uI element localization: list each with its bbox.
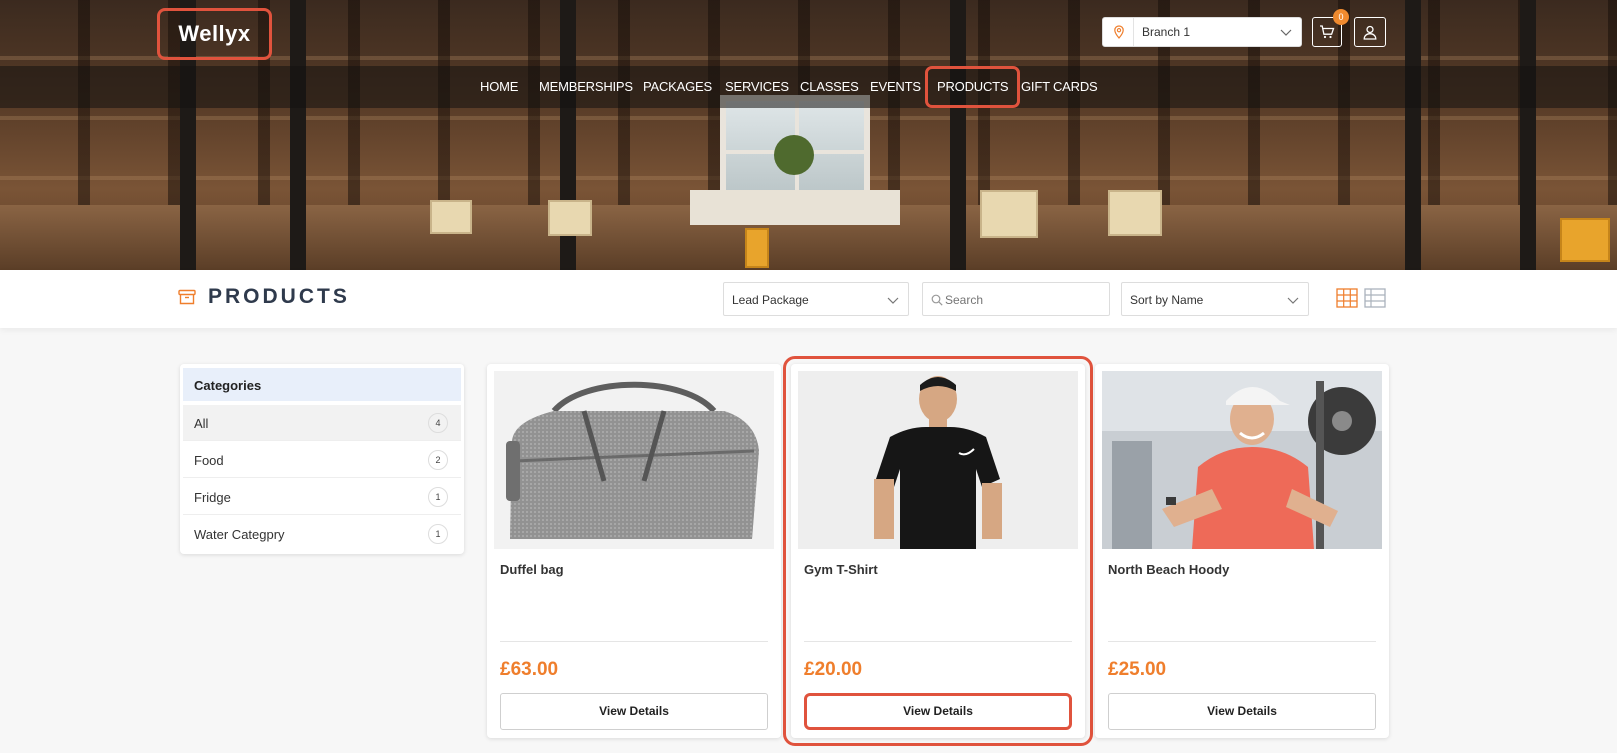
nav-products[interactable]: PRODUCTS — [925, 66, 1021, 108]
category-label: Water Categpry — [194, 527, 285, 542]
nav-memberships[interactable]: MEMBERSHIPS — [539, 66, 633, 108]
nav-home[interactable]: HOME — [480, 66, 518, 108]
branch-value: Branch 1 — [1142, 25, 1191, 39]
category-count: 1 — [428, 524, 448, 544]
view-details-button[interactable]: View Details — [1108, 693, 1376, 730]
brand-logo[interactable]: Wellyx — [157, 8, 272, 60]
category-count: 4 — [428, 413, 448, 433]
hero-pillar — [1520, 0, 1536, 270]
chevron-down-icon — [887, 297, 899, 304]
hero-plant — [774, 135, 814, 175]
main-nav: HOME MEMBERSHIPS PACKAGES SERVICES CLASS… — [0, 66, 1617, 108]
nav-packages[interactable]: PACKAGES — [643, 66, 712, 108]
hero-pillar — [1405, 0, 1421, 270]
category-item-food[interactable]: Food 2 — [183, 442, 461, 478]
hero-product-box — [548, 200, 592, 236]
product-price: £25.00 — [1108, 659, 1167, 680]
categories-header: Categories — [183, 368, 461, 401]
hero-product-box — [1560, 218, 1610, 262]
sort-value: Sort by Name — [1130, 293, 1204, 307]
hero-product-box — [980, 190, 1038, 238]
page-title-text: PRODUCTS — [208, 285, 350, 308]
product-card: North Beach Hoody £25.00 View Details — [1095, 364, 1389, 738]
chevron-down-icon — [1287, 297, 1299, 304]
hero-product-box — [745, 228, 769, 268]
search-input[interactable] — [945, 291, 1105, 309]
view-details-button[interactable]: View Details — [804, 693, 1072, 730]
cart-icon — [1320, 25, 1335, 39]
category-item-fridge[interactable]: Fridge 1 — [183, 479, 461, 515]
nav-gift-cards[interactable]: GIFT CARDS — [1021, 66, 1098, 108]
category-item-water[interactable]: Water Categpry 1 — [183, 516, 461, 552]
product-name[interactable]: North Beach Hoody — [1108, 562, 1229, 577]
cart-count-badge: 0 — [1333, 9, 1349, 25]
user-icon — [1363, 25, 1377, 40]
hero-sink — [690, 190, 900, 225]
location-pin-icon — [1114, 25, 1124, 39]
product-card: Duffel bag £63.00 View Details — [487, 364, 781, 738]
nav-events[interactable]: EVENTS — [870, 66, 921, 108]
product-name[interactable]: Duffel bag — [500, 562, 564, 577]
duffel-bag-image — [494, 371, 774, 549]
category-label: Food — [194, 453, 224, 468]
archive-box-icon — [178, 289, 196, 305]
category-label: Fridge — [194, 490, 231, 505]
category-label: All — [194, 416, 209, 431]
hoody-image — [1102, 371, 1382, 549]
category-count: 1 — [428, 487, 448, 507]
product-card: Gym T-Shirt £20.00 View Details — [783, 356, 1093, 746]
list-view-icon[interactable] — [1364, 288, 1386, 308]
view-details-button[interactable]: View Details — [500, 693, 768, 730]
chevron-down-icon — [1280, 29, 1292, 36]
card-divider — [500, 641, 768, 642]
user-account-button[interactable] — [1354, 17, 1386, 47]
nav-services[interactable]: SERVICES — [725, 66, 789, 108]
product-price: £63.00 — [500, 659, 559, 680]
package-filter-value: Lead Package — [732, 293, 809, 307]
nav-classes[interactable]: CLASSES — [800, 66, 859, 108]
product-price: £20.00 — [804, 659, 863, 680]
hero-pillar — [290, 0, 306, 270]
category-count: 2 — [428, 450, 448, 470]
hero-product-box — [1108, 190, 1162, 236]
search-field[interactable] — [922, 282, 1110, 316]
product-name[interactable]: Gym T-Shirt — [804, 562, 878, 577]
branch-divider — [1133, 18, 1134, 46]
product-image[interactable] — [1102, 371, 1382, 549]
categories-panel: Categories All 4 Food 2 Fridge 1 Water C… — [180, 364, 464, 554]
sort-select[interactable]: Sort by Name — [1121, 282, 1309, 316]
branch-select[interactable]: Branch 1 — [1102, 17, 1302, 47]
brand-name: Wellyx — [178, 21, 251, 46]
gym-tshirt-image — [798, 371, 1078, 549]
product-image[interactable] — [798, 371, 1078, 549]
page-title: PRODUCTS — [178, 285, 350, 309]
grid-view-icon[interactable] — [1336, 288, 1358, 308]
categories-title: Categories — [194, 378, 262, 393]
category-item-all[interactable]: All 4 — [183, 405, 461, 441]
card-divider — [1108, 641, 1376, 642]
search-icon — [931, 294, 943, 306]
hero-product-box — [430, 200, 472, 234]
package-filter-select[interactable]: Lead Package — [723, 282, 909, 316]
product-image[interactable] — [494, 371, 774, 549]
card-divider — [804, 641, 1072, 642]
hero-pillar — [950, 0, 966, 270]
